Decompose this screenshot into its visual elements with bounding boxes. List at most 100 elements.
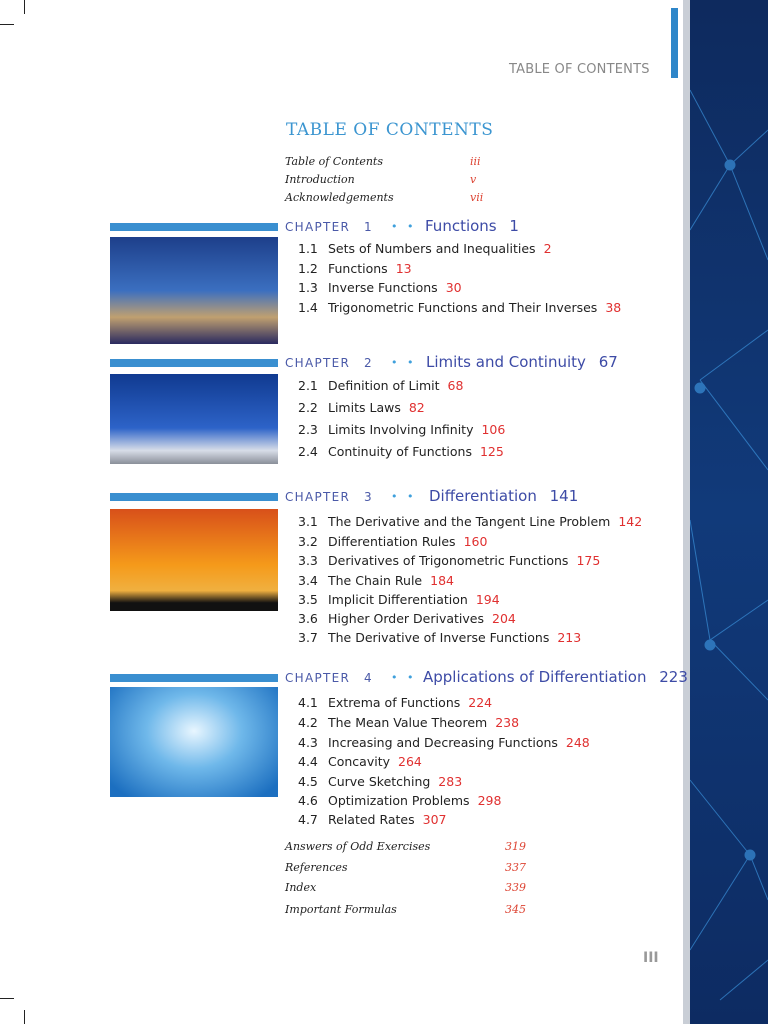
page-number: III — [643, 950, 659, 966]
section-entry[interactable]: 4.6 Optimization Problems 298 — [298, 793, 501, 808]
section-entry[interactable]: 3.1 The Derivative and the Tangent Line P… — [298, 514, 642, 529]
section-entry[interactable]: 2.1 Definition of Limit 68 — [298, 378, 463, 393]
rocket-launch-photo — [110, 374, 278, 464]
section-number: 4.6 — [298, 793, 318, 808]
back-matter-label[interactable]: Index — [285, 881, 316, 894]
chapter-number: 1 — [364, 220, 373, 234]
section-page: 68 — [447, 378, 464, 393]
chapter-title-link[interactable]: Applications of Differentiation 223 — [423, 668, 688, 686]
section-entry[interactable]: 4.4 Concavity 264 — [298, 754, 422, 769]
section-entry[interactable]: 2.2 Limits Laws 82 — [298, 400, 425, 415]
section-number: 3.6 — [298, 611, 318, 626]
water-ripple-photo — [110, 687, 278, 797]
section-title: Derivatives of Trigonometric Functions — [328, 553, 569, 568]
section-entry[interactable]: 1.3 Inverse Functions 30 — [298, 280, 462, 295]
chapter-label: CHAPTER — [285, 490, 351, 504]
section-number: 2.2 — [298, 400, 318, 415]
section-page: 184 — [430, 573, 454, 588]
section-title: The Chain Rule — [328, 573, 423, 588]
section-title: Optimization Problems — [328, 793, 470, 808]
chapter-bar — [110, 493, 278, 501]
section-entry[interactable]: 3.3 Derivatives of Trigonometric Function… — [298, 553, 600, 568]
chapter-label: CHAPTER — [285, 356, 351, 370]
section-page: 194 — [475, 592, 500, 607]
chapter-title: Functions — [425, 217, 497, 235]
section-entry[interactable]: 4.7 Related Rates 307 — [298, 812, 446, 827]
front-matter-label[interactable]: Table of Contents — [285, 155, 383, 168]
chapter-title-link[interactable]: Limits and Continuity 67 — [426, 353, 618, 371]
section-number: 1.4 — [298, 300, 318, 315]
chapter-number: 3 — [364, 490, 373, 504]
chapter-dots: • • — [391, 356, 417, 369]
front-matter-page: iii — [470, 155, 481, 168]
section-entry[interactable]: 3.4 The Chain Rule 184 — [298, 573, 454, 588]
section-page: 307 — [422, 812, 447, 827]
page-title: TABLE OF CONTENTS — [286, 120, 494, 140]
section-page: 13 — [395, 261, 412, 276]
section-page: 298 — [477, 793, 502, 808]
section-entry[interactable]: 1.1 Sets of Numbers and Inequalities 2 — [298, 241, 552, 256]
chapter-page: 223 — [659, 668, 688, 686]
section-entry[interactable]: 3.7 The Derivative of Inverse Functions 21… — [298, 630, 581, 645]
section-entry[interactable]: 4.3 Increasing and Decreasing Functions 24… — [298, 735, 590, 750]
back-matter-label[interactable]: Important Formulas — [285, 903, 397, 916]
front-matter-label[interactable]: Introduction — [285, 173, 355, 186]
back-matter-page: 345 — [505, 903, 526, 916]
crop-mark — [0, 24, 14, 25]
section-page: 213 — [557, 630, 582, 645]
chapter-bar — [110, 359, 278, 367]
section-number: 1.2 — [298, 261, 318, 276]
front-matter-page: v — [470, 173, 477, 186]
section-number: 2.1 — [298, 378, 318, 393]
section-page: 238 — [495, 715, 520, 730]
chapter-bar — [110, 223, 278, 231]
back-matter-label[interactable]: Answers of Odd Exercises — [285, 840, 430, 853]
section-title: Functions — [328, 261, 388, 276]
section-page: 82 — [408, 400, 425, 415]
section-title: Related Rates — [328, 812, 415, 827]
back-matter-page: 339 — [505, 881, 526, 894]
section-entry[interactable]: 4.2 The Mean Value Theorem 238 — [298, 715, 519, 730]
section-entry[interactable]: 2.3 Limits Involving Infinity 106 — [298, 422, 505, 437]
section-entry[interactable]: 1.2 Functions 13 — [298, 261, 412, 276]
section-page: 264 — [398, 754, 422, 769]
section-title: Differentiation Rules — [328, 534, 456, 549]
chapter-dots: • • — [391, 671, 417, 684]
section-entry[interactable]: 1.4 Trigonometric Functions and Their Inv… — [298, 300, 621, 315]
front-matter-page: vii — [470, 191, 484, 204]
section-number: 4.1 — [298, 695, 318, 710]
chapter-title: Differentiation — [429, 487, 537, 505]
chapter-title-link[interactable]: Functions 1 — [425, 217, 519, 235]
chapter-title-link[interactable]: Differentiation 141 — [429, 487, 578, 505]
section-page: 248 — [565, 735, 590, 750]
chapter-number: 2 — [364, 356, 373, 370]
back-matter-label[interactable]: References — [285, 861, 348, 874]
section-entry[interactable]: 2.4 Continuity of Functions 125 — [298, 444, 504, 459]
section-page: 224 — [468, 695, 493, 710]
crop-mark — [24, 1010, 25, 1024]
section-title: The Derivative of Inverse Functions — [328, 630, 550, 645]
section-page: 38 — [605, 300, 622, 315]
section-entry[interactable]: 4.5 Curve Sketching 283 — [298, 774, 462, 789]
section-entry[interactable]: 3.6 Higher Order Derivatives 204 — [298, 611, 516, 626]
section-number: 4.7 — [298, 812, 318, 827]
section-title: Limits Laws — [328, 400, 401, 415]
chapter-page: 67 — [598, 353, 618, 371]
section-number: 3.5 — [298, 592, 318, 607]
section-entry[interactable]: 3.5 Implicit Differentiation 194 — [298, 592, 500, 607]
crop-mark — [24, 0, 25, 14]
chapter-page: 1 — [509, 217, 519, 235]
chapter-label: CHAPTER — [285, 220, 351, 234]
section-title: The Mean Value Theorem — [328, 715, 488, 730]
section-entry[interactable]: 4.1 Extrema of Functions 224 — [298, 695, 492, 710]
section-entry[interactable]: 3.2 Differentiation Rules 160 — [298, 534, 487, 549]
front-matter-label[interactable]: Acknowledgements — [285, 191, 394, 204]
section-title: Increasing and Decreasing Functions — [328, 735, 558, 750]
section-page: 204 — [492, 611, 516, 626]
chapter-title: Limits and Continuity — [426, 353, 586, 371]
section-number: 4.3 — [298, 735, 318, 750]
chapter-dots: • • — [391, 490, 417, 503]
section-page: 175 — [576, 553, 601, 568]
section-page: 283 — [438, 774, 463, 789]
back-matter-page: 319 — [505, 840, 526, 853]
